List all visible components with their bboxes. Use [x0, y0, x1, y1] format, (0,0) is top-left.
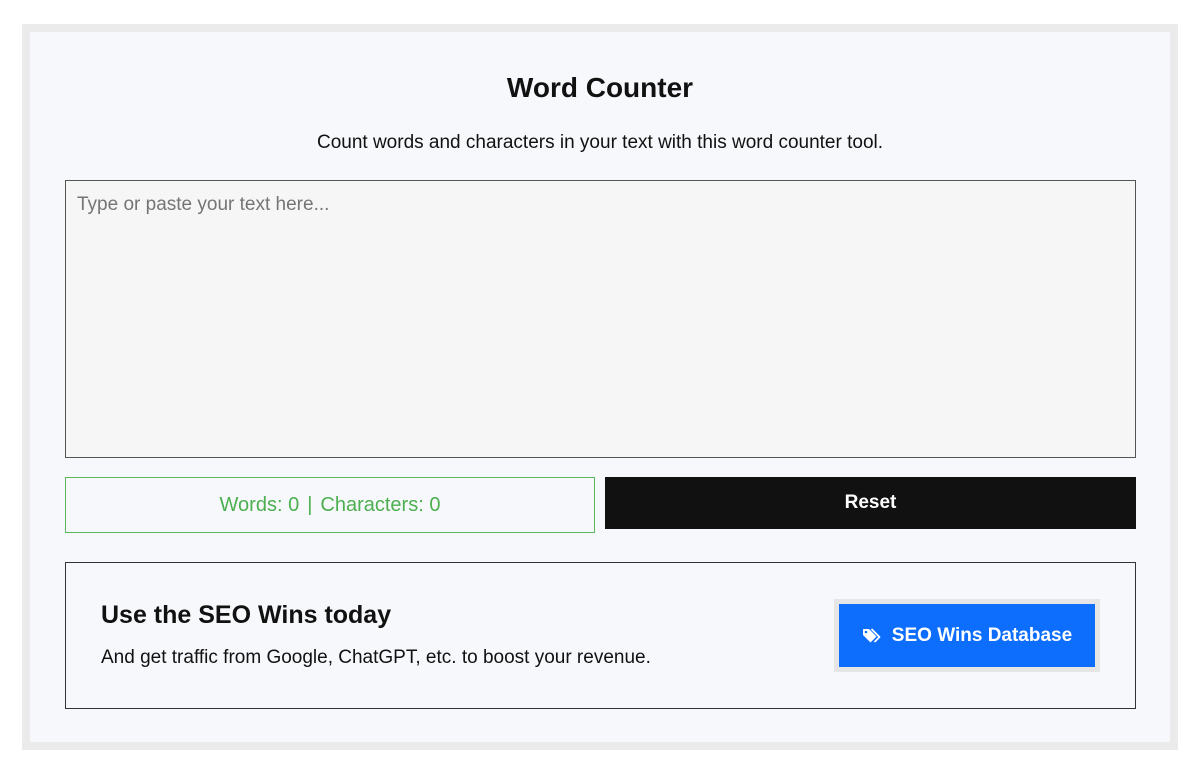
tags-icon [862, 627, 882, 645]
word-count: Words: 0 [219, 493, 300, 516]
promo-text: And get traffic from Google, ChatGPT, et… [101, 647, 651, 668]
promo-box: Use the SEO Wins today And get traffic f… [65, 562, 1136, 709]
page-subtitle: Count words and characters in your text … [316, 132, 884, 153]
reset-button[interactable]: Reset [605, 477, 1136, 529]
character-count: Characters: 0 [320, 493, 441, 516]
text-input[interactable] [65, 180, 1136, 458]
seo-wins-database-button[interactable]: SEO Wins Database [839, 604, 1095, 667]
seo-wins-database-label: SEO Wins Database [891, 624, 1073, 646]
word-character-counter: Words: 0 | Characters: 0 [65, 477, 595, 533]
page-title: Word Counter [506, 72, 694, 103]
word-counter-card: Word Counter Count words and characters … [22, 24, 1178, 750]
promo-heading: Use the SEO Wins today [101, 601, 392, 629]
promo-button-wrapper: SEO Wins Database [834, 599, 1100, 672]
counter-separator: | [307, 493, 313, 516]
